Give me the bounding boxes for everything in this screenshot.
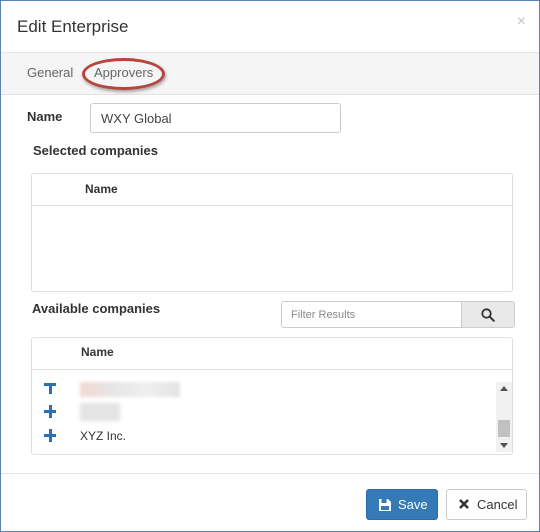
list-item	[32, 402, 492, 426]
cancel-button[interactable]: Cancel	[446, 489, 527, 520]
selected-companies-label: Selected companies	[33, 143, 158, 158]
tab-approvers[interactable]: Approvers	[94, 65, 153, 80]
search-icon	[481, 308, 495, 322]
cancel-label: Cancel	[477, 497, 518, 512]
search-button[interactable]	[461, 301, 515, 328]
tab-general[interactable]: General	[27, 65, 73, 80]
save-label: Save	[398, 497, 428, 512]
redacted-company-name	[80, 382, 180, 397]
grid-header: Name	[32, 174, 512, 206]
name-input[interactable]	[90, 103, 341, 133]
scrollbar[interactable]	[496, 382, 512, 452]
company-name: XYZ Inc.	[80, 429, 127, 443]
redacted-company-name	[80, 403, 120, 421]
dialog-title: Edit Enterprise	[17, 17, 129, 36]
scroll-down-arrow-icon[interactable]	[500, 443, 508, 448]
name-column-header[interactable]: Name	[85, 182, 118, 196]
name-label: Name	[27, 109, 63, 124]
edit-enterprise-dialog: Edit Enterprise × General Approvers Name…	[0, 0, 540, 532]
close-icon[interactable]: ×	[517, 14, 526, 30]
list-item: XYZ Inc.	[32, 426, 492, 450]
close-x-icon	[459, 499, 469, 509]
floppy-disk-icon	[379, 499, 391, 511]
dialog-header: Edit Enterprise ×	[1, 1, 539, 53]
name-column-header[interactable]: Name	[81, 345, 114, 359]
tab-bar: General Approvers	[1, 53, 539, 95]
list-item	[32, 378, 492, 402]
save-button[interactable]: Save	[366, 489, 438, 520]
scroll-thumb[interactable]	[498, 420, 510, 437]
dialog-footer: Save Cancel	[1, 473, 539, 531]
plus-icon[interactable]	[44, 405, 58, 419]
scroll-up-arrow-icon[interactable]	[500, 386, 508, 391]
available-companies-label: Available companies	[32, 301, 161, 316]
available-companies-grid: Name XYZ Inc.	[31, 337, 513, 455]
plus-icon[interactable]	[44, 381, 58, 395]
selected-companies-grid: Name	[31, 173, 513, 292]
filter-input[interactable]	[281, 301, 463, 328]
plus-icon[interactable]	[44, 429, 58, 443]
grid-header: Name	[32, 338, 512, 370]
